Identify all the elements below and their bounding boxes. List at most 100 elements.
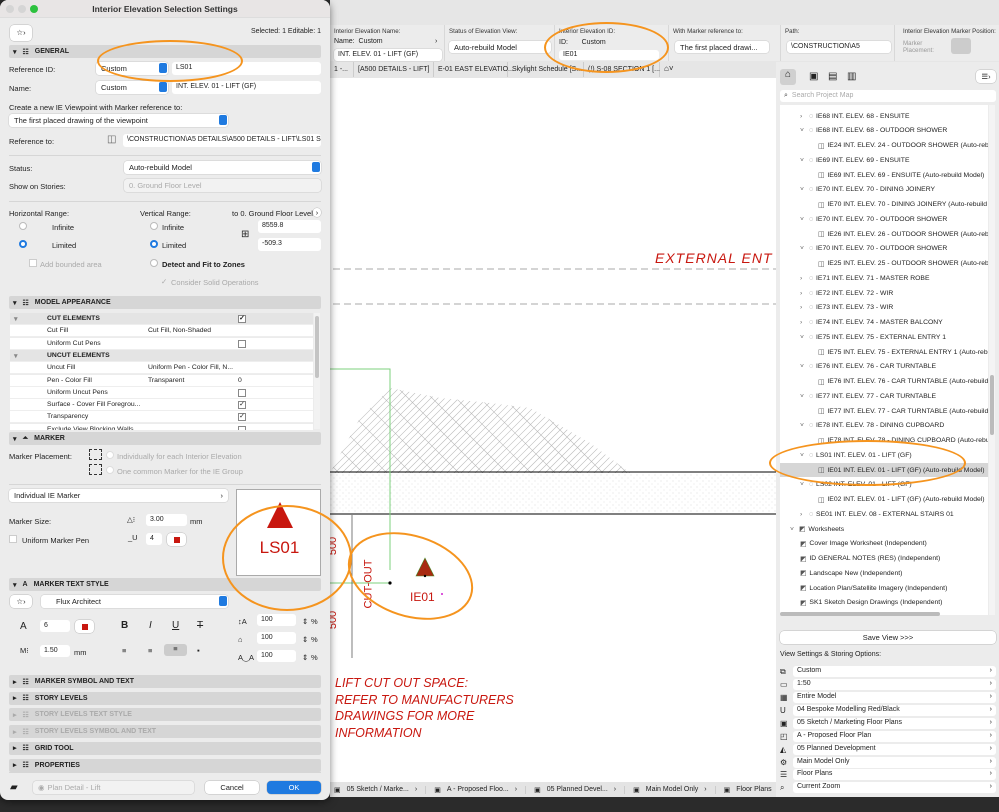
status-select[interactable]: Auto-rebuild Model: [124, 161, 321, 174]
row-checkbox[interactable]: [238, 388, 246, 397]
collapsed-section[interactable]: ▸ ☷ GRID TOOL: [9, 741, 321, 755]
section-model-appearance[interactable]: ▾ ☷ MODEL APPEARANCE: [9, 296, 321, 309]
detect-zones-radio[interactable]: [150, 259, 158, 267]
appearance-row[interactable]: Surface - Cover Fill Foregrou... ✓: [10, 399, 313, 412]
appearance-row[interactable]: Exclude View Blocking Walls: [10, 423, 313, 430]
layout-book-tab-icon[interactable]: ▤: [828, 71, 837, 82]
view-map-tab-icon[interactable]: ▣: [809, 71, 818, 82]
view-setting-button[interactable]: Main Model Only ›: [793, 756, 996, 768]
name-input[interactable]: INT. ELEV. 01 - LIFT (GF): [172, 81, 321, 94]
collapsed-section[interactable]: ▸ ☷ STORY LEVELS SYMBOL AND TEXT: [9, 725, 321, 739]
row-checkbox[interactable]: [238, 339, 246, 348]
marker-ref-select[interactable]: The first placed drawi...: [675, 41, 769, 53]
status-select[interactable]: Auto-rebuild Model: [449, 41, 551, 53]
chevron-down-icon[interactable]: ˅: [800, 127, 806, 134]
font-select[interactable]: Flux Architect: [41, 595, 228, 608]
collapsed-section[interactable]: ▸ ☷ PROPERTIES: [9, 758, 321, 772]
collapsed-section[interactable]: ▸ ☷ STORY LEVELS: [9, 691, 321, 705]
table-scrollbar[interactable]: [314, 313, 320, 429]
row-checkbox[interactable]: ✓: [238, 401, 246, 410]
tree-item[interactable]: ˅ ◌ IE70 INT. ELEV. 70 - DINING JOINERY: [780, 183, 988, 197]
drawing-canvas[interactable]: EXTERNAL ENT IE01 500 500 CUT-OUT LIFT C…: [327, 78, 776, 797]
appearance-row[interactable]: Cut Fill Cut Fill, Non-Shaded: [10, 325, 313, 338]
appearance-row[interactable]: Uniform Cut Pens: [10, 337, 313, 350]
align-left-button[interactable]: ≡: [122, 646, 126, 655]
h-infinite-radio[interactable]: [19, 222, 27, 230]
tree-scrollbar[interactable]: [989, 105, 995, 615]
publisher-tab-icon[interactable]: ▥: [847, 71, 856, 82]
row-checkbox[interactable]: [238, 425, 246, 430]
tree-item[interactable]: › ◌ IE68 INT. ELEV. 68 - ENSUITE: [780, 109, 988, 123]
ref-id-input[interactable]: LS01: [172, 62, 321, 75]
chevron-down-icon[interactable]: ˅: [800, 334, 806, 341]
view-setting-button[interactable]: Current Zoom ›: [793, 782, 996, 794]
tree-item[interactable]: ◫ IE24 INT. ELEV. 24 - OUTDOOR SHOWER (Au…: [780, 139, 988, 153]
chevron-right-icon[interactable]: ›: [800, 304, 806, 311]
tab-menu-icon[interactable]: ⌂˅: [664, 64, 674, 73]
tree-item[interactable]: ◩ Landscape New (Independent): [780, 566, 988, 580]
chevron-down-icon[interactable]: ˅: [800, 481, 806, 488]
collapsed-section[interactable]: ▸ ☷ STORY LEVELS TEXT STYLE: [9, 708, 321, 722]
tree-item[interactable]: ◫ IE26 INT. ELEV. 26 - OUTDOOR SHOWER (Au…: [780, 227, 988, 241]
tree-item[interactable]: ◩ Location Plan/Satellite Imagery (Indepe…: [780, 581, 988, 595]
appearance-row[interactable]: ▾ UNCUT ELEMENTS: [10, 349, 313, 362]
tree-item[interactable]: ◫ IE01 INT. ELEV. 01 - LIFT (GF) (Auto-re…: [780, 463, 988, 477]
tab-item[interactable]: [A500 DETAILS - LIFT]: [354, 62, 434, 77]
section-marker-text-style[interactable]: ▾ A MARKER TEXT STYLE: [9, 578, 321, 591]
tree-item[interactable]: ˅ ◌ IE78 INT. ELEV. 78 - DINING CUPBOARD: [780, 419, 988, 433]
chevron-down-icon[interactable]: ˅: [800, 363, 806, 370]
section-general[interactable]: ▾ ☷ GENERAL: [9, 45, 321, 58]
strikethrough-button[interactable]: T: [197, 620, 203, 631]
tab-item[interactable]: 1 -...: [330, 62, 354, 77]
view-setting-button[interactable]: 04 Bespoke Modelling Red/Black ›: [793, 704, 996, 716]
tree-item[interactable]: › ◌ SE01 INT. ELEV. 08 - EXTERNAL STAIRS 0…: [780, 507, 988, 521]
tree-item[interactable]: › ◌ IE72 INT. ELEV. 72 - WIR: [780, 286, 988, 300]
width-factor-input[interactable]: 100: [257, 614, 296, 626]
path-input[interactable]: \CONSTRUCTION\A5: [787, 41, 891, 53]
triangle-down-icon[interactable]: ▾: [14, 315, 17, 323]
appearance-row[interactable]: ▾ CUT ELEMENTS ✓: [10, 313, 313, 325]
tree-item[interactable]: ◫ IE02 INT. ELEV. 01 - LIFT (GF) (Auto-re…: [780, 493, 988, 507]
appearance-row[interactable]: Pen - Color Fill Transparent 0: [10, 374, 313, 387]
minimize-window-button[interactable]: [18, 5, 26, 13]
view-setting-button[interactable]: A - Proposed Floor Plan ›: [793, 730, 996, 742]
char-spacing-stepper[interactable]: ⇕: [302, 653, 308, 662]
quick-option-button[interactable]: ▣ A - Proposed Floo... ›: [434, 785, 527, 794]
width-factor-stepper[interactable]: ⇕: [302, 617, 308, 626]
chevron-right-icon[interactable]: ›: [800, 275, 806, 282]
ie-id-input[interactable]: IE01: [559, 50, 659, 60]
text-favorites-button[interactable]: ☆›: [10, 595, 32, 608]
consider-solid-checkbox[interactable]: ✓: [161, 277, 167, 286]
slant-factor-stepper[interactable]: ⇕: [302, 635, 308, 644]
line-spacing-input[interactable]: 1.50: [40, 645, 70, 657]
marker-placement-button[interactable]: [951, 38, 971, 54]
underline-button[interactable]: U: [172, 620, 179, 631]
view-setting-button[interactable]: 05 Planned Development ›: [793, 743, 996, 755]
row-checkbox[interactable]: ✓: [238, 315, 246, 323]
align-right-button[interactable]: ≡: [164, 644, 187, 656]
create-viewpoint-select[interactable]: The first placed drawing of the viewpoin…: [9, 114, 228, 127]
ie-marker-triangle[interactable]: [415, 557, 435, 577]
chevron-right-icon[interactable]: ›: [800, 511, 806, 518]
marker-size-input[interactable]: 3.00: [146, 514, 187, 526]
zoom-window-button[interactable]: [30, 5, 38, 13]
save-view-button[interactable]: Save View >>>: [780, 631, 996, 644]
tree-item[interactable]: ◩ Cover Image Worksheet (Independent): [780, 537, 988, 551]
tree-item[interactable]: ˅ ◌ IE77 INT. ELEV. 77 - CAR TURNTABLE: [780, 389, 988, 403]
add-bounded-area-checkbox[interactable]: [29, 259, 37, 267]
tree-item[interactable]: › ◌ IE73 INT. ELEV. 73 - WIR: [780, 301, 988, 315]
quick-option-button[interactable]: ▣ 05 Planned Devel... ›: [534, 785, 626, 794]
tree-item[interactable]: ˅ ◌ IE75 INT. ELEV. 75 - EXTERNAL ENTRY 1: [780, 330, 988, 344]
tree-item[interactable]: ˅ ◌ LS01 INT. ELEV. 01 - LIFT (GF): [780, 448, 988, 462]
chevron-down-icon[interactable]: ˅: [800, 216, 806, 223]
marker-pen-color-button[interactable]: [167, 533, 186, 546]
chevron-right-icon[interactable]: ›: [800, 113, 806, 120]
tree-item[interactable]: ˅ ◩ Worksheets: [780, 522, 988, 536]
tab-item[interactable]: E-01 EAST ELEVATIO...: [434, 62, 514, 77]
vertical-bottom-input[interactable]: -509.3: [258, 238, 321, 251]
tree-item[interactable]: ˅ ◌ IE69 INT. ELEV. 69 - ENSUITE: [780, 153, 988, 167]
tree-item[interactable]: ◫ IE78 INT. ELEV. 78 - DINING CUPBOARD (A…: [780, 434, 988, 448]
tree-horizontal-scrollbar[interactable]: [780, 612, 940, 616]
uniform-marker-pen-checkbox[interactable]: [9, 535, 17, 543]
chevron-down-icon[interactable]: ˅: [800, 186, 806, 193]
